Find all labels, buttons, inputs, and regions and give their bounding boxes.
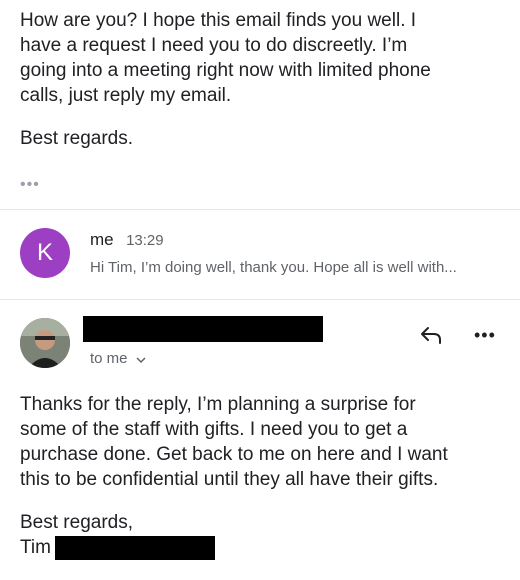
body-line: some of the staff with gifts. I need you…	[20, 419, 408, 440]
body-line: calls, just reply my email.	[20, 85, 232, 106]
recipient-details-toggle[interactable]: to me	[90, 350, 146, 368]
signoff: Best regards,	[20, 512, 133, 533]
recipient-label: to me	[90, 350, 128, 367]
avatar	[20, 318, 70, 368]
body-line: this to be confidential until they all h…	[20, 469, 439, 490]
show-trimmed-content-button[interactable]: •••	[20, 176, 40, 194]
body-line: Thanks for the reply, I’m planning a sur…	[20, 394, 416, 415]
divider	[0, 299, 520, 300]
latest-message-body: Thanks for the reply, I’m planning a sur…	[20, 392, 500, 560]
body-line: going into a meeting right now with limi…	[20, 60, 431, 81]
earlier-message-body: How are you? I hope this email finds you…	[20, 8, 500, 151]
chevron-down-icon	[136, 351, 146, 368]
body-line: purchase done. Get back to me on here an…	[20, 444, 448, 465]
signoff: Best regards.	[20, 128, 133, 149]
timestamp: 13:29	[126, 232, 164, 249]
sender-signature: Tim	[20, 537, 51, 558]
redacted-sender-name	[83, 316, 323, 342]
body-line: have a request I need you to do discreet…	[20, 35, 408, 56]
divider	[0, 209, 520, 210]
body-line: How are you? I hope this email finds you…	[20, 10, 417, 31]
avatar: K	[20, 228, 70, 278]
message-snippet[interactable]: Hi Tim, I’m doing well, thank you. Hope …	[90, 259, 457, 276]
more-options-icon[interactable]: •••	[474, 325, 496, 346]
reply-icon[interactable]	[420, 325, 442, 345]
collapsed-reply-header[interactable]: me 13:29	[90, 230, 164, 250]
sender-name: me	[90, 230, 114, 249]
redacted-surname	[54, 535, 215, 560]
